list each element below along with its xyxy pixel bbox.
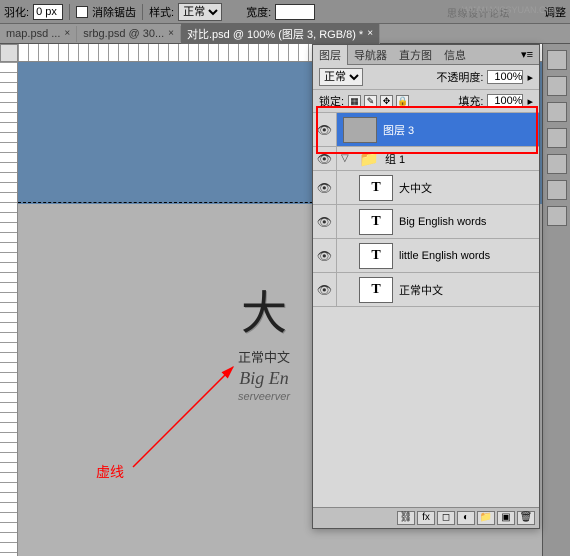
lock-all-icon[interactable]: 🔒: [396, 95, 409, 108]
canvas-big-text: 大: [238, 277, 290, 343]
panel-footer: ⛓ fx ◻ ◐ 📁 ▣ 🗑: [313, 507, 539, 528]
text-layer-icon: T: [359, 175, 393, 201]
blend-mode-select[interactable]: 正常: [319, 68, 363, 86]
ruler-vertical: [0, 62, 18, 556]
layer-row[interactable]: 👁 T 大中文: [313, 171, 539, 205]
document-tab[interactable]: srbg.psd @ 30... ×: [77, 26, 181, 42]
layer-row[interactable]: 👁 T little English words: [313, 239, 539, 273]
document-tab-bar: map.psd ... × srbg.psd @ 30... × 对比.psd …: [0, 24, 570, 44]
visibility-toggle[interactable]: 👁: [313, 171, 337, 204]
visibility-toggle[interactable]: 👁: [313, 273, 337, 306]
adjustment-layer-icon[interactable]: ◐: [457, 511, 475, 525]
layer-style-icon[interactable]: fx: [417, 511, 435, 525]
dock-icon[interactable]: [547, 180, 567, 200]
visibility-toggle[interactable]: 👁: [313, 239, 337, 272]
text-layer-icon: T: [359, 243, 393, 269]
antialias-label: 消除锯齿: [92, 4, 136, 20]
layers-panel: 图层 导航器 直方图 信息 ▾≡ 正常 不透明度: ▸ 锁定: ▦ ✎ ✥ 🔒 …: [312, 44, 540, 529]
feather-input[interactable]: [33, 4, 63, 20]
close-icon[interactable]: ×: [168, 28, 174, 39]
new-layer-icon[interactable]: ▣: [497, 511, 515, 525]
lock-position-icon[interactable]: ✥: [380, 95, 393, 108]
style-label: 样式:: [149, 4, 174, 20]
canvas-text-line: 正常中文: [238, 347, 290, 366]
visibility-toggle[interactable]: 👁: [313, 205, 337, 238]
delete-layer-icon[interactable]: 🗑: [517, 511, 535, 525]
lock-label: 锁定:: [319, 93, 344, 109]
layer-row[interactable]: 👁 T 正常中文: [313, 273, 539, 307]
layer-name[interactable]: little English words: [399, 250, 539, 262]
fill-input[interactable]: [487, 94, 523, 108]
layer-name[interactable]: 组 1: [385, 151, 539, 167]
canvas-text-group: 大 正常中文 Big En serveerver: [238, 277, 290, 403]
tab-label: srbg.psd @ 30...: [83, 28, 164, 40]
panel-tab-info[interactable]: 信息: [438, 45, 472, 65]
panel-tab-bar: 图层 导航器 直方图 信息 ▾≡: [313, 45, 539, 65]
width-input[interactable]: [275, 4, 315, 20]
layer-mask-icon[interactable]: ◻: [437, 511, 455, 525]
marquee-selection: [18, 202, 338, 204]
chevron-down-icon[interactable]: ▸: [527, 71, 533, 84]
document-tab[interactable]: map.psd ... ×: [0, 26, 77, 42]
lock-fill-row: 锁定: ▦ ✎ ✥ 🔒 填充: ▸: [313, 90, 539, 113]
layer-name[interactable]: 图层 3: [383, 122, 539, 138]
panel-tab-layers[interactable]: 图层: [313, 45, 348, 65]
dock-icon[interactable]: [547, 128, 567, 148]
dock-icon[interactable]: [547, 76, 567, 96]
width-label: 宽度:: [246, 4, 271, 20]
right-dock: [542, 44, 570, 556]
layer-group-row[interactable]: 👁 ▽ 📁 组 1: [313, 147, 539, 171]
layer-row[interactable]: 👁 T Big English words: [313, 205, 539, 239]
text-layer-icon: T: [359, 209, 393, 235]
canvas-text-line: Big En: [238, 368, 290, 389]
opacity-input[interactable]: [487, 70, 523, 84]
text-layer-icon: T: [359, 277, 393, 303]
style-select[interactable]: 正常: [178, 3, 222, 21]
dock-icon[interactable]: [547, 206, 567, 226]
panel-menu-icon[interactable]: ▾≡: [515, 48, 539, 61]
document-tab[interactable]: 对比.psd @ 100% (图层 3, RGB/8) * ×: [181, 24, 380, 44]
layer-name[interactable]: 大中文: [399, 180, 539, 196]
folder-icon: 📁: [359, 151, 379, 167]
close-icon[interactable]: ×: [64, 28, 70, 39]
annotation-arrow: [123, 357, 243, 477]
panel-tab-navigator[interactable]: 导航器: [348, 45, 393, 65]
blend-opacity-row: 正常 不透明度: ▸: [313, 65, 539, 90]
ruler-origin[interactable]: [0, 44, 18, 62]
layer-name[interactable]: 正常中文: [399, 282, 539, 298]
tab-label: map.psd ...: [6, 28, 60, 40]
watermark-url: WWW.MISSYUAN.COM: [462, 5, 560, 15]
lock-pixels-icon[interactable]: ✎: [364, 95, 377, 108]
disclosure-triangle-icon[interactable]: ▽: [341, 153, 353, 164]
new-group-icon[interactable]: 📁: [477, 511, 495, 525]
layer-list: 👁 图层 3 👁 ▽ 📁 组 1 👁 T 大中文 👁 T Big English…: [313, 113, 539, 307]
canvas-text-line: serveerver: [238, 391, 290, 403]
antialias-checkbox[interactable]: [76, 6, 88, 18]
feather-label: 羽化:: [4, 4, 29, 20]
dock-icon[interactable]: [547, 154, 567, 174]
visibility-toggle[interactable]: 👁: [313, 147, 337, 170]
dock-icon[interactable]: [547, 102, 567, 122]
fill-label: 填充:: [458, 93, 483, 109]
layer-thumbnail[interactable]: [343, 117, 377, 143]
layer-name[interactable]: Big English words: [399, 216, 539, 228]
chevron-down-icon[interactable]: ▸: [527, 95, 533, 108]
lock-transparent-icon[interactable]: ▦: [348, 95, 361, 108]
panel-empty-area: [313, 307, 539, 507]
annotation-label: 虚线: [96, 462, 124, 482]
dock-icon[interactable]: [547, 50, 567, 70]
opacity-label: 不透明度:: [436, 69, 483, 85]
panel-tab-histogram[interactable]: 直方图: [393, 45, 438, 65]
tab-label: 对比.psd @ 100% (图层 3, RGB/8) *: [187, 26, 363, 42]
layer-row[interactable]: 👁 图层 3: [313, 113, 539, 147]
visibility-toggle[interactable]: 👁: [313, 113, 337, 146]
close-icon[interactable]: ×: [367, 28, 373, 39]
link-layers-icon[interactable]: ⛓: [397, 511, 415, 525]
lock-icons: ▦ ✎ ✥ 🔒: [348, 95, 409, 108]
